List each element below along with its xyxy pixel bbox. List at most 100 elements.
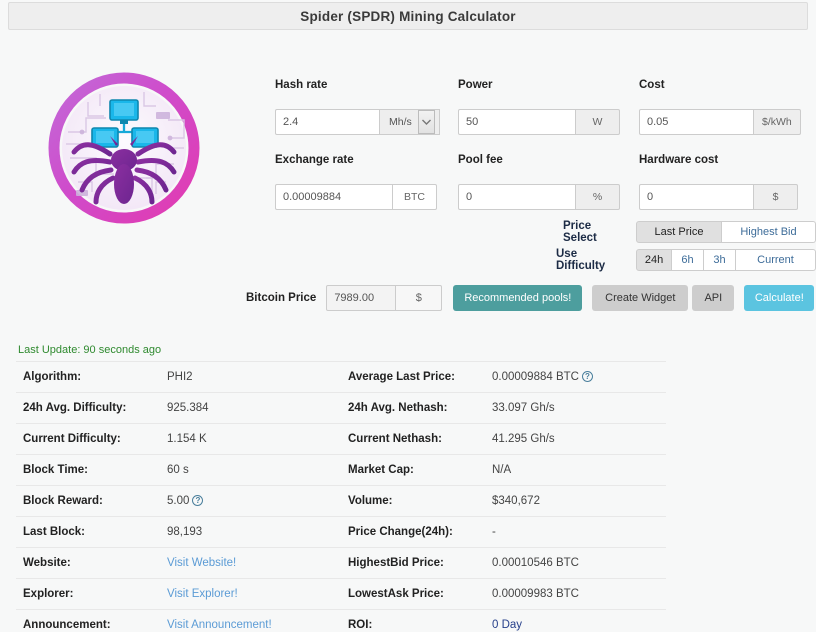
calculate-button[interactable]: Calculate! bbox=[744, 285, 815, 311]
table-row: Current Difficulty: 1.154 K Current Nethas… bbox=[16, 424, 666, 455]
power-input[interactable] bbox=[458, 109, 576, 135]
price-select-option-last-price[interactable]: Last Price bbox=[636, 221, 722, 243]
bitcoin-price-row: Bitcoin Price $ Recommended pools! Creat… bbox=[246, 285, 815, 311]
price-select-row: Price Select Last Price Highest Bid bbox=[563, 220, 816, 244]
use-difficulty-row: Use Difficulty 24h 6h 3h Current bbox=[556, 248, 816, 272]
difficulty-option-current[interactable]: Current bbox=[736, 249, 816, 271]
results-table-body: Algorithm: PHI2 Average Last Price: 0.00009… bbox=[16, 361, 666, 632]
row-label: LowestAsk Price: bbox=[348, 588, 444, 600]
row-label: Algorithm: bbox=[23, 371, 82, 383]
hash-rate-label: Hash rate bbox=[275, 79, 328, 91]
row-value: 0.00010546 BTC bbox=[492, 557, 579, 569]
row-label: 24h Avg. Nethash: bbox=[348, 402, 448, 414]
table-row: Last Block: 98,193 Price Change(24h): - bbox=[16, 517, 666, 548]
price-select-label: Price Select bbox=[563, 220, 597, 244]
row-value: 0.00009983 BTC bbox=[492, 588, 579, 600]
row-label: Volume: bbox=[348, 495, 393, 507]
bitcoin-price-input[interactable] bbox=[326, 285, 397, 311]
row-label: Block Time: bbox=[23, 464, 88, 476]
row-value: 5.00? bbox=[166, 486, 341, 517]
pool-fee-group: % bbox=[458, 184, 620, 210]
row-label: Website: bbox=[23, 557, 71, 569]
exchange-rate-unit-addon: BTC bbox=[393, 184, 437, 210]
row-value-link[interactable]: Visit Website! bbox=[167, 557, 236, 569]
bitcoin-price-label: Bitcoin Price bbox=[246, 292, 317, 304]
hash-rate-unit-select[interactable]: Mh/s bbox=[380, 109, 440, 135]
power-unit-addon: W bbox=[576, 109, 620, 135]
hardware-cost-input[interactable] bbox=[639, 184, 754, 210]
exchange-rate-group: BTC bbox=[275, 184, 437, 210]
exchange-rate-input[interactable] bbox=[275, 184, 393, 210]
table-row: Website: Visit Website! HighestBid Price: 0… bbox=[16, 548, 666, 579]
last-update-status: Last Update: 90 seconds ago bbox=[18, 344, 162, 356]
price-select-group: Last Price Highest Bid bbox=[636, 221, 816, 243]
row-label: Announcement: bbox=[23, 619, 111, 631]
price-select-option-highest-bid[interactable]: Highest Bid bbox=[722, 221, 816, 243]
table-row: 24h Avg. Difficulty: 925.384 24h Avg. Neth… bbox=[16, 393, 666, 424]
pool-fee-input[interactable] bbox=[458, 184, 576, 210]
row-value: 60 s bbox=[167, 464, 189, 476]
hash-rate-group: Mh/s bbox=[275, 109, 440, 135]
row-label: Explorer: bbox=[23, 588, 74, 600]
calculator-form: Hash rate Power Cost Mh/s W $/kWh Exchan… bbox=[0, 0, 816, 320]
row-value[interactable]: Visit Announcement! bbox=[166, 610, 341, 632]
pool-fee-unit-addon: % bbox=[576, 184, 620, 210]
row-value: 0.00009884 BTC? bbox=[491, 362, 666, 393]
row-value[interactable]: 0 Day bbox=[491, 610, 666, 632]
row-value[interactable]: Visit Explorer! bbox=[166, 579, 341, 610]
hardware-cost-unit-addon: $ bbox=[754, 184, 798, 210]
cost-input[interactable] bbox=[639, 109, 754, 135]
row-value: 98,193 bbox=[167, 526, 203, 538]
hardware-cost-label: Hardware cost bbox=[639, 154, 719, 166]
row-value-link[interactable]: Visit Announcement! bbox=[167, 619, 272, 631]
help-icon[interactable]: ? bbox=[581, 371, 593, 382]
power-label: Power bbox=[458, 79, 493, 91]
table-row: Announcement: Visit Announcement! ROI: 0 Da… bbox=[16, 610, 666, 632]
mining-calculator-page: Spider (SPDR) Mining Calculator Hash rat… bbox=[0, 0, 816, 632]
table-row: Block Time: 60 s Market Cap: N/A bbox=[16, 455, 666, 486]
row-value: 41.295 Gh/s bbox=[492, 433, 555, 445]
use-difficulty-group: 24h 6h 3h Current bbox=[636, 249, 816, 271]
create-widget-button[interactable]: Create Widget bbox=[592, 285, 689, 311]
row-value: N/A bbox=[492, 464, 512, 476]
power-group: W bbox=[458, 109, 620, 135]
difficulty-option-6h[interactable]: 6h bbox=[672, 249, 704, 271]
row-label: Current Difficulty: bbox=[23, 433, 121, 445]
cost-unit-addon: $/kWh bbox=[754, 109, 801, 135]
row-label: Current Nethash: bbox=[348, 433, 442, 445]
row-label: ROI: bbox=[348, 619, 373, 631]
difficulty-option-3h[interactable]: 3h bbox=[704, 249, 736, 271]
row-value: 1.154 K bbox=[167, 433, 207, 445]
api-button[interactable]: API bbox=[692, 285, 735, 311]
row-value: 33.097 Gh/s bbox=[492, 402, 555, 414]
cost-group: $/kWh bbox=[639, 109, 801, 135]
row-label: Average Last Price: bbox=[348, 371, 455, 383]
hardware-cost-group: $ bbox=[639, 184, 798, 210]
table-row: Explorer: Visit Explorer! LowestAsk Price:… bbox=[16, 579, 666, 610]
table-row: Block Reward: 5.00? Volume: $340,672 bbox=[16, 486, 666, 517]
exchange-rate-label: Exchange rate bbox=[275, 154, 354, 166]
pool-fee-label: Pool fee bbox=[458, 154, 503, 166]
row-value[interactable]: Visit Website! bbox=[166, 548, 341, 579]
row-value: PHI2 bbox=[167, 371, 193, 383]
row-value: 925.384 bbox=[167, 402, 209, 414]
help-icon[interactable]: ? bbox=[192, 495, 204, 506]
difficulty-option-24h[interactable]: 24h bbox=[636, 249, 672, 271]
hash-rate-input[interactable] bbox=[275, 109, 380, 135]
row-value: - bbox=[492, 526, 496, 538]
bitcoin-price-unit-addon: $ bbox=[396, 285, 443, 311]
row-value: $340,672 bbox=[492, 495, 540, 507]
row-label: 24h Avg. Difficulty: bbox=[23, 402, 127, 414]
chevron-down-icon[interactable] bbox=[417, 110, 435, 134]
row-value-link[interactable]: 0 Day bbox=[492, 619, 522, 631]
row-label: Last Block: bbox=[23, 526, 85, 538]
recommended-pools-button[interactable]: Recommended pools! bbox=[453, 285, 583, 311]
cost-label: Cost bbox=[639, 79, 665, 91]
row-label: HighestBid Price: bbox=[348, 557, 444, 569]
table-row: Algorithm: PHI2 Average Last Price: 0.00009… bbox=[16, 361, 666, 393]
use-difficulty-label: Use Difficulty bbox=[556, 248, 606, 272]
row-label: Price Change(24h): bbox=[348, 526, 453, 538]
row-value-link[interactable]: Visit Explorer! bbox=[167, 588, 238, 600]
hash-rate-unit-value: Mh/s bbox=[389, 116, 412, 128]
row-label: Block Reward: bbox=[23, 495, 103, 507]
